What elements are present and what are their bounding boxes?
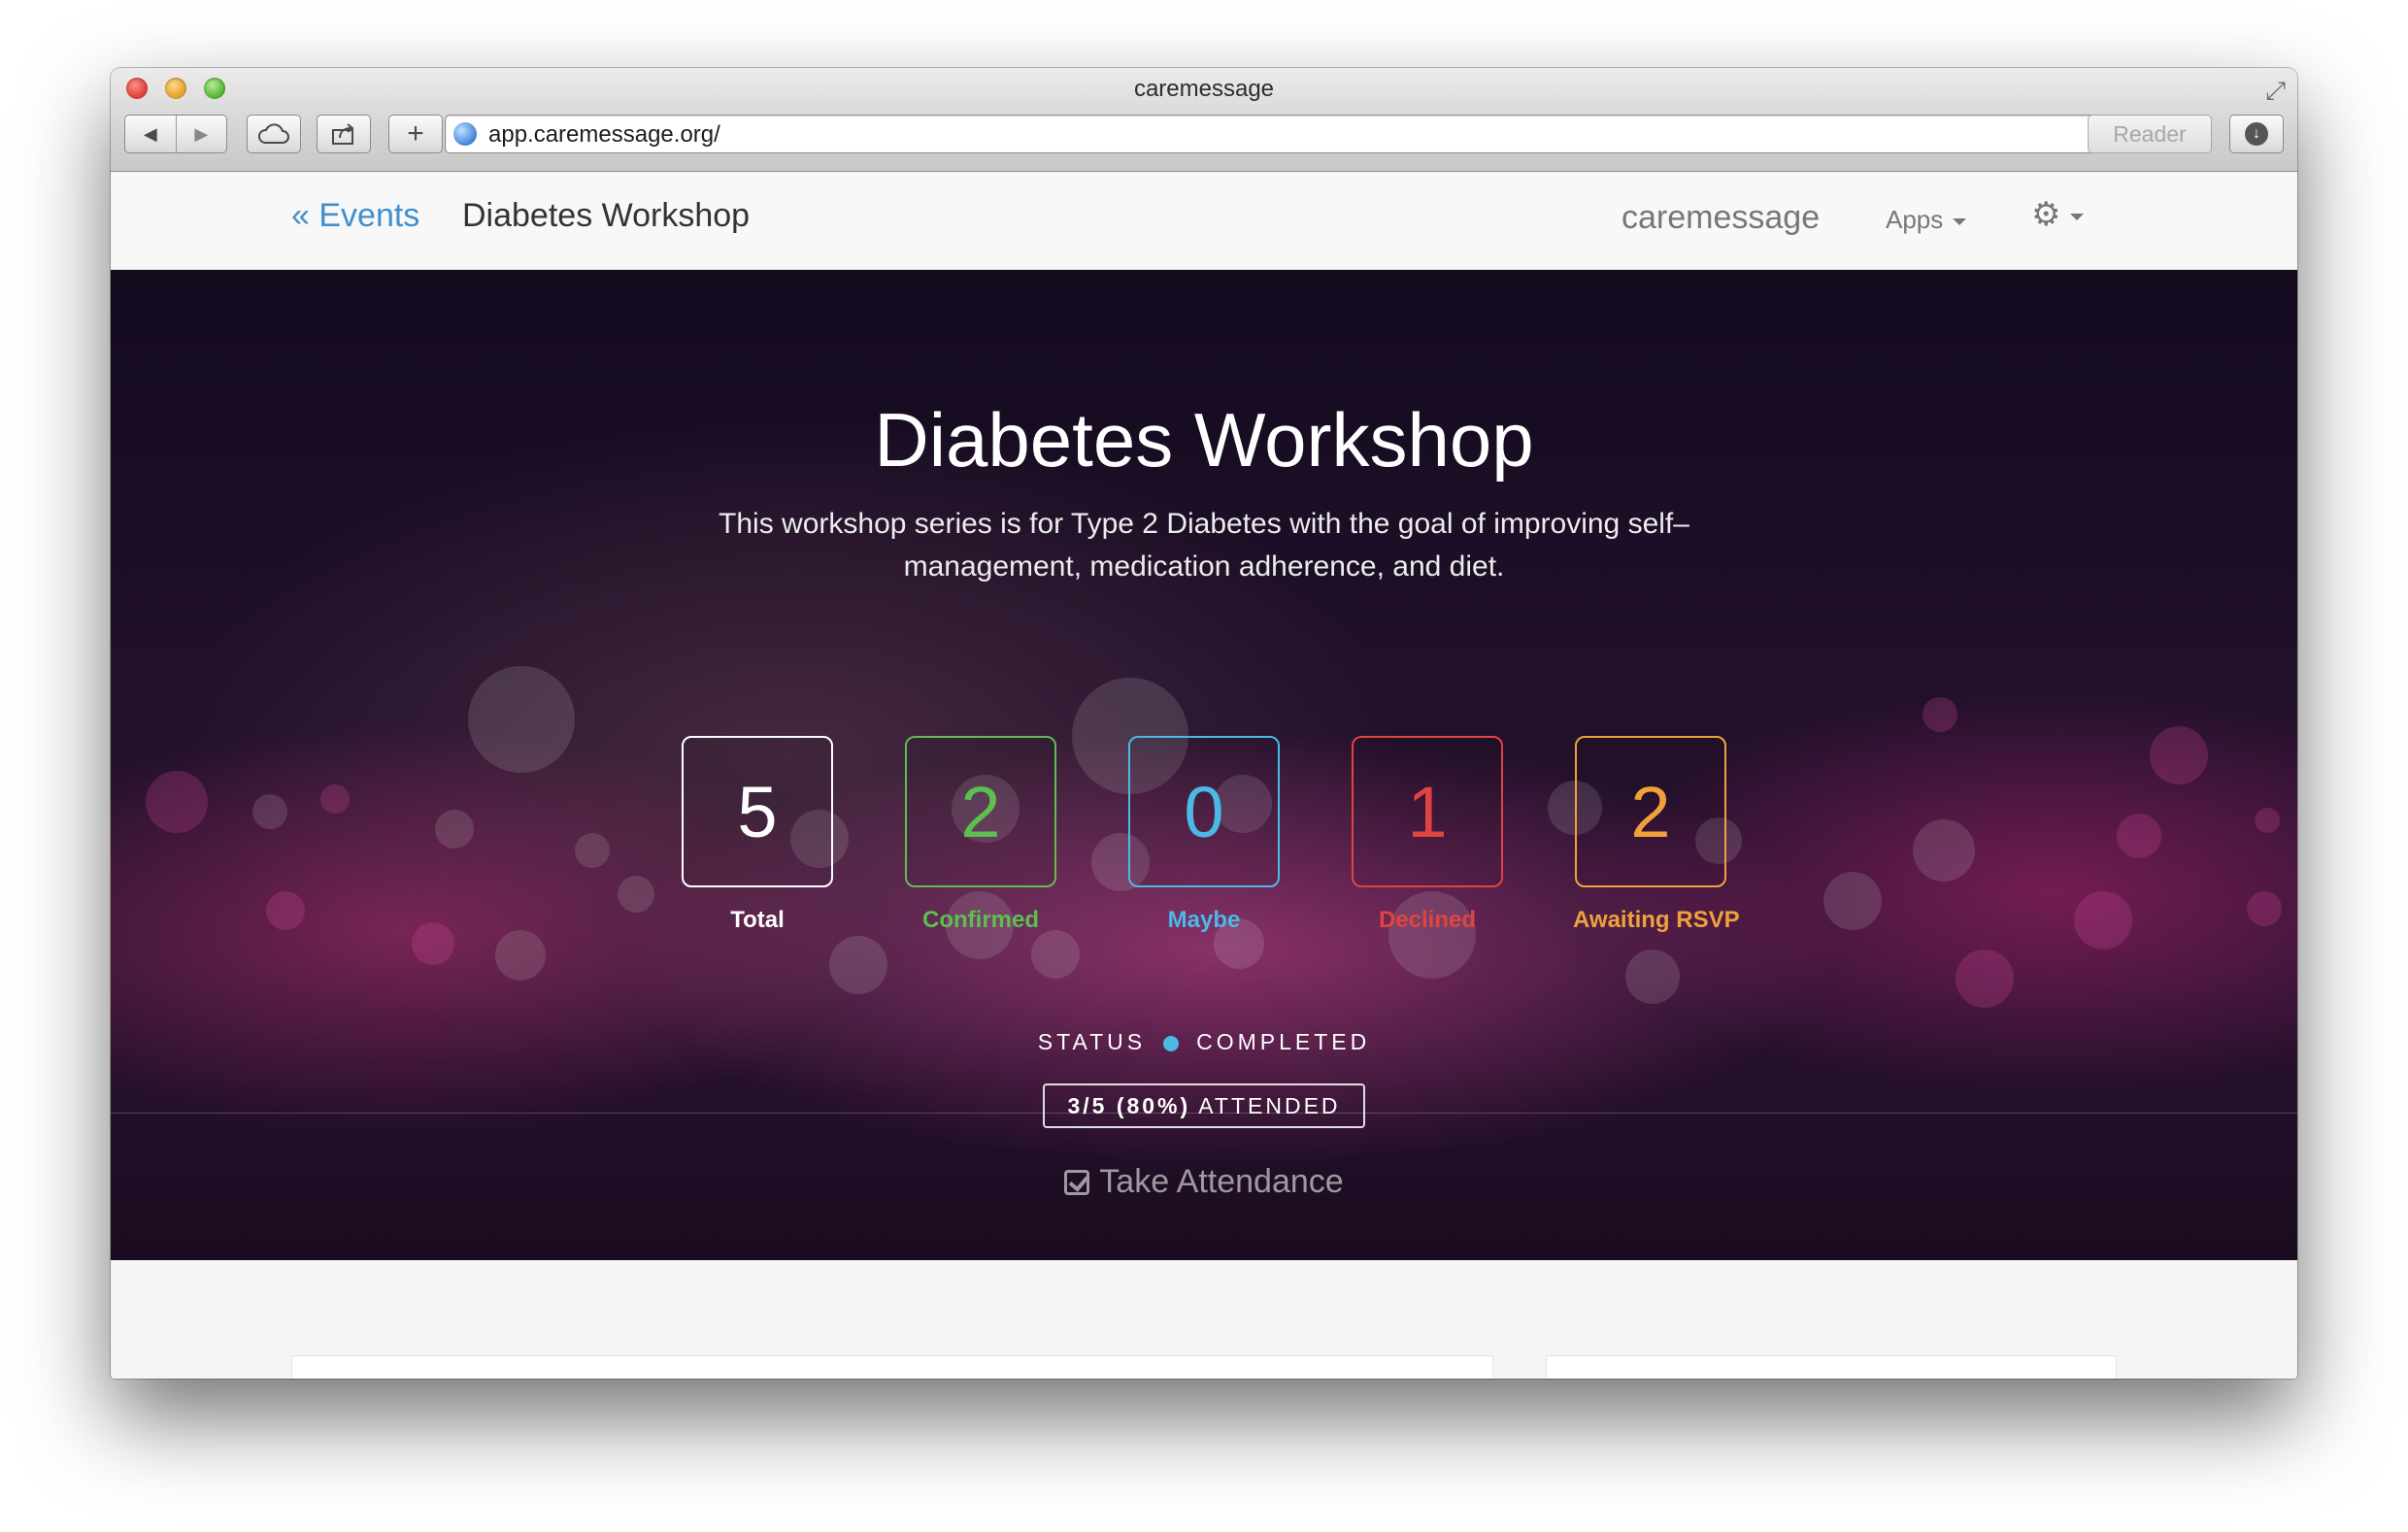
icloud-tabs-button[interactable] xyxy=(247,115,301,153)
window-title: caremessage xyxy=(1133,76,1275,102)
globe-icon xyxy=(453,122,477,146)
apps-label: Apps xyxy=(1886,205,1944,234)
stat-total[interactable]: 5 Total xyxy=(680,736,835,934)
stat-maybe[interactable]: 0 Maybe xyxy=(1126,736,1282,934)
checkbox-icon xyxy=(1064,1170,1090,1195)
settings-dropdown[interactable]: ⚙ xyxy=(2031,195,2085,234)
event-status: STATUS COMPLETED xyxy=(111,1029,2297,1055)
events-back-link[interactable]: « Events xyxy=(291,197,419,235)
stat-awaiting-rsvp[interactable]: 2 Awaiting RSVP xyxy=(1573,736,1740,934)
stat-awaiting-count: 2 xyxy=(1575,736,1726,887)
nav-page-title: Diabetes Workshop xyxy=(462,197,751,234)
stat-declined-label: Declined xyxy=(1378,907,1477,933)
download-icon: ↓ xyxy=(2245,122,2268,146)
stat-declined[interactable]: 1 Declined xyxy=(1350,736,1505,934)
browser-toolbar: caremessage ⤢ ◀ ▶ + app.caremessage.org/… xyxy=(111,68,2297,172)
attendance-badge: 3/5 (80%) ATTENDED xyxy=(1043,1083,1365,1128)
stat-confirmed[interactable]: 2 Confirmed xyxy=(903,736,1058,934)
stat-declined-count: 1 xyxy=(1352,736,1503,887)
url-text: app.caremessage.org/ xyxy=(488,121,720,148)
browser-window: caremessage ⤢ ◀ ▶ + app.caremessage.org/… xyxy=(111,68,2297,1379)
back-arrow-icon: ◀ xyxy=(143,123,157,144)
rsvp-stats: 5 Total 2 Confirmed 0 Maybe 1 Declined 2 xyxy=(111,736,2297,949)
hero-divider xyxy=(111,1113,2297,1114)
share-button[interactable] xyxy=(317,115,371,153)
status-label: STATUS xyxy=(1037,1029,1147,1054)
take-attendance-button[interactable]: Take Attendance xyxy=(111,1163,2297,1201)
fullscreen-icon[interactable]: ⤢ xyxy=(2265,76,2286,107)
attended-count: 3/5 (80%) xyxy=(1067,1093,1191,1118)
content-card-side xyxy=(1546,1355,2117,1379)
reader-button[interactable]: Reader xyxy=(2088,115,2212,153)
status-value: COMPLETED xyxy=(1196,1029,1371,1054)
stat-maybe-count: 0 xyxy=(1128,736,1280,887)
address-bar[interactable]: app.caremessage.org/ ↻ xyxy=(445,115,2132,153)
attended-label: ATTENDED xyxy=(1198,1093,1341,1118)
caret-down-icon xyxy=(2070,213,2085,220)
share-icon xyxy=(332,123,354,145)
content-area xyxy=(111,1260,2297,1379)
event-hero: Diabetes Workshop This workshop series i… xyxy=(111,270,2297,1260)
brand-link[interactable]: caremessage xyxy=(1622,199,1820,237)
content-card-main xyxy=(291,1355,1493,1379)
back-button[interactable]: ◀ xyxy=(125,116,176,152)
caret-down-icon xyxy=(1953,217,1967,225)
back-forward-buttons: ◀ ▶ xyxy=(124,115,227,153)
forward-button[interactable]: ▶ xyxy=(175,116,227,152)
downloads-button[interactable]: ↓ xyxy=(2229,115,2284,153)
stat-total-count: 5 xyxy=(682,736,833,887)
cloud-icon xyxy=(258,123,289,144)
status-indicator-icon xyxy=(1163,1035,1180,1051)
event-title: Diabetes Workshop xyxy=(874,397,1534,483)
desktop: caremessage ⤢ ◀ ▶ + app.caremessage.org/… xyxy=(0,0,2408,1532)
gear-icon: ⚙ xyxy=(2031,196,2061,233)
take-attendance-label: Take Attendance xyxy=(1099,1163,1344,1200)
apps-dropdown[interactable]: Apps xyxy=(1886,205,1967,235)
forward-arrow-icon: ▶ xyxy=(194,123,209,144)
plus-icon: + xyxy=(407,117,424,150)
stat-confirmed-label: Confirmed xyxy=(922,907,1039,933)
stat-awaiting-label: Awaiting RSVP xyxy=(1573,907,1740,933)
event-description: This workshop series is for Type 2 Diabe… xyxy=(719,508,1689,583)
stat-maybe-label: Maybe xyxy=(1167,907,1241,933)
stat-total-label: Total xyxy=(730,907,785,933)
app-navbar: « Events Diabetes Workshop caremessage A… xyxy=(111,172,2297,270)
stat-confirmed-count: 2 xyxy=(905,736,1056,887)
new-tab-button[interactable]: + xyxy=(388,115,443,153)
